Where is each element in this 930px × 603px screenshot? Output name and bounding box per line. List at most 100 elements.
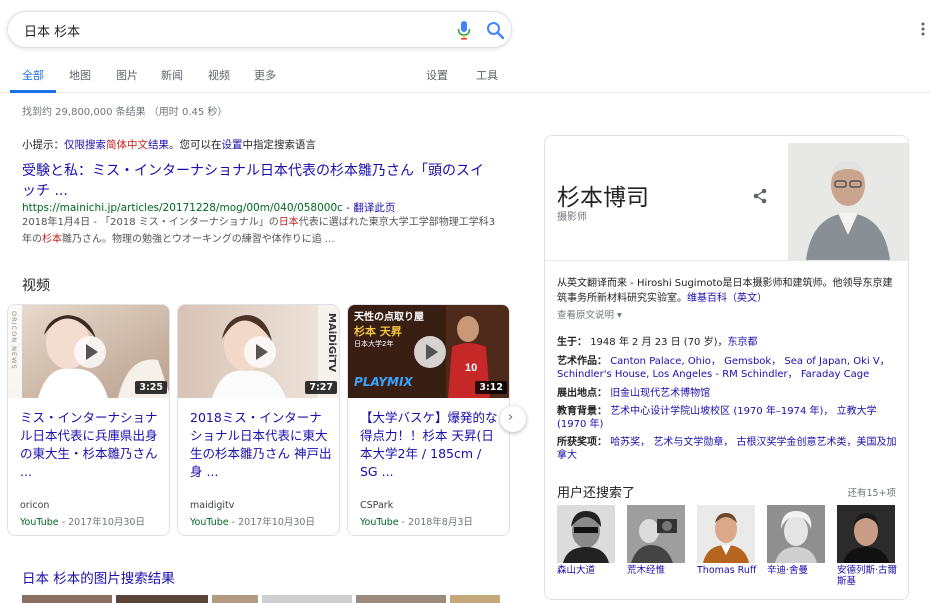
fact-label: 教育背景： — [557, 406, 607, 417]
image-thumbnail[interactable] — [262, 595, 352, 603]
videos-next-button[interactable]: › — [500, 406, 526, 432]
video-thumbnail[interactable]: MAiDiGiTV 7:27 — [178, 305, 339, 398]
image-thumbnail[interactable] — [450, 595, 500, 603]
video-card[interactable]: ORICON NEWS 3:25 ミス・インターナショナル日本代表に兵庫県出身の… — [7, 304, 170, 536]
fact-link[interactable]: Canton Palace, Ohio， Gemsbok， Sea of Jap… — [557, 356, 890, 380]
tip-prefix: 小提示： — [22, 139, 64, 151]
video-watermark: ORICON NEWS — [10, 311, 18, 370]
video-date: - 2017年10月30日 — [228, 517, 315, 528]
video-thumbnail[interactable]: ORICON NEWS 3:25 — [8, 305, 169, 398]
person-photo[interactable] — [767, 505, 825, 563]
related-person[interactable]: 安德列斯·古爾斯基 — [837, 505, 899, 587]
videos-heading: 视频 — [22, 278, 50, 294]
tip-link-results[interactable]: 结果 — [148, 139, 169, 151]
video-title[interactable]: ミス・インターナショナル日本代表に兵庫県出身の東大生・杉本雛乃さん ... — [20, 409, 162, 481]
result-url: https://mainichi.jp/articles/20171228/mo… — [22, 202, 343, 214]
snippet-text: 2018年1月4日 - 「2018 ミス・インターナショナル」の — [22, 217, 279, 228]
tip-language[interactable]: 简体中文 — [106, 139, 148, 151]
fact-link[interactable]: 旧金山现代艺术博物馆 — [610, 388, 710, 399]
video-platform: YouTube — [360, 517, 399, 528]
search-icon[interactable] — [486, 21, 505, 40]
person-photo[interactable] — [837, 505, 895, 563]
fact-link[interactable]: 哈苏奖， 艺术与文学勋章， 古根汉奖学金创意艺术类，美国及加拿大 — [557, 437, 897, 461]
video-card[interactable]: 10 天性の点取り屋 杉本 天昇 日本大学2年 PLAYMIX 3:12 【大学… — [347, 304, 510, 536]
kp-main-photo[interactable] — [788, 143, 908, 260]
related-person[interactable]: Thomas Ruff — [697, 505, 759, 576]
microphone-icon[interactable] — [457, 21, 471, 40]
video-meta: YouTube - 2017年10月30日 — [20, 514, 145, 528]
search-tabs: 全部 地图 图片 新闻 视频 更多 设置 工具 — [0, 63, 930, 93]
person-name[interactable]: 森山大道 — [557, 565, 619, 576]
video-date: - 2018年8月3日 — [398, 517, 473, 528]
more-vert-icon[interactable] — [921, 22, 925, 36]
image-thumbnail[interactable] — [212, 595, 258, 603]
tab-more[interactable]: 更多 — [254, 67, 276, 83]
tab-tools[interactable]: 工具 — [476, 67, 498, 83]
tip-settings-link[interactable]: 设置 — [222, 139, 243, 151]
result-stats: 找到约 29,800,000 条结果 （用时 0.45 秒） — [22, 107, 228, 118]
kp-title: 杉本博司 — [557, 185, 649, 211]
video-overlay-title: 天性の点取り屋 — [354, 312, 424, 323]
person-image — [767, 505, 825, 563]
video-source: CSPark — [360, 500, 394, 511]
image-thumbnail[interactable] — [356, 595, 446, 603]
kp-source-link[interactable]: 维基百科（英文） — [687, 293, 767, 304]
image-thumbnail[interactable] — [116, 595, 208, 603]
fact-text: 1948 年 2 月 23 日 (70 岁)， — [590, 337, 728, 348]
related-person[interactable]: 辛迪·舍曼 — [767, 505, 829, 576]
image-results-heading[interactable]: 日本 杉本的图片搜索结果 — [22, 567, 175, 587]
translate-page-link[interactable]: - 翻译此页 — [343, 202, 395, 214]
kp-fact-born: 生于： 1948 年 2 月 23 日 (70 岁)，东京都 — [557, 336, 902, 349]
kp-fact-education: 教育背景： 艺术中心设计学院山坡校区 (1970 年–1974 年)， 立教大学… — [557, 405, 902, 431]
tab-maps[interactable]: 地图 — [69, 67, 91, 83]
result-snippet: 2018年1月4日 - 「2018 ミス・インターナショナル」の日本代表に選ばれ… — [22, 214, 500, 248]
people-also-search-more[interactable]: 还有15+项 — [847, 485, 896, 499]
video-title[interactable]: 2018ミス・インターナショナル日本代表に東大生の杉本雛乃さん 神戸出身 ... — [190, 409, 332, 481]
person-image — [627, 505, 685, 563]
result-title-link[interactable]: 受験と私：ミス・インターナショナル日本代表の杉本雛乃さん「頭のスイッチ ... — [22, 161, 492, 201]
tab-videos[interactable]: 视频 — [208, 67, 230, 83]
play-icon[interactable] — [74, 336, 106, 368]
person-name[interactable]: 辛迪·舍曼 — [767, 565, 829, 576]
share-icon[interactable] — [752, 188, 768, 204]
fact-label: 生于： — [557, 337, 587, 348]
person-name[interactable]: 荒木经惟 — [627, 565, 689, 576]
person-photo[interactable] — [697, 505, 755, 563]
video-card[interactable]: MAiDiGiTV 7:27 2018ミス・インターナショナル日本代表に東大生の… — [177, 304, 340, 536]
chevron-right-icon: › — [508, 410, 514, 425]
kp-subtitle: 摄影师 — [557, 212, 587, 223]
person-photo[interactable] — [627, 505, 685, 563]
search-input[interactable] — [24, 20, 424, 40]
portrait-image — [788, 143, 908, 260]
tip-link-restrict[interactable]: 仅限搜索 — [64, 139, 106, 151]
result-url-row: https://mainichi.jp/articles/20171228/mo… — [22, 200, 395, 215]
video-title[interactable]: 【大学バスケ】爆発的な得点力！！杉本 天昇(日本大学2年 / 185cm / S… — [360, 409, 502, 481]
tab-images[interactable]: 图片 — [116, 67, 138, 83]
tab-news[interactable]: 新闻 — [161, 67, 183, 83]
fact-label: 所获奖项： — [557, 437, 607, 448]
image-thumbnail[interactable] — [22, 595, 112, 603]
video-source: maidigitv — [190, 500, 235, 511]
active-tab-indicator — [10, 90, 56, 93]
video-duration: 3:25 — [135, 381, 167, 394]
video-meta: YouTube - 2018年8月3日 — [360, 514, 473, 528]
tip-text: 。您可以在 — [169, 139, 222, 151]
play-icon[interactable] — [414, 336, 446, 368]
person-image — [557, 505, 615, 563]
related-person[interactable]: 森山大道 — [557, 505, 619, 576]
person-image — [837, 505, 895, 563]
video-thumbnail[interactable]: 10 天性の点取り屋 杉本 天昇 日本大学2年 PLAYMIX 3:12 — [348, 305, 509, 398]
fact-link[interactable]: 东京都 — [728, 337, 758, 348]
video-watermark: MAiDiGiTV — [326, 313, 337, 373]
play-icon[interactable] — [244, 336, 276, 368]
search-box[interactable] — [7, 11, 512, 48]
search-tip: 小提示：仅限搜索简体中文结果。您可以在设置中指定搜索语言 — [22, 137, 316, 152]
person-photo[interactable] — [557, 505, 615, 563]
person-name[interactable]: 安德列斯·古爾斯基 — [837, 565, 899, 587]
tab-settings[interactable]: 设置 — [426, 67, 448, 83]
kp-show-original-link[interactable]: 查看原文说明 ▾ — [557, 307, 622, 321]
tab-all[interactable]: 全部 — [22, 67, 44, 83]
related-person[interactable]: 荒木经惟 — [627, 505, 689, 576]
person-name[interactable]: Thomas Ruff — [697, 565, 759, 576]
video-overlay-name: 杉本 天昇 — [354, 325, 402, 338]
